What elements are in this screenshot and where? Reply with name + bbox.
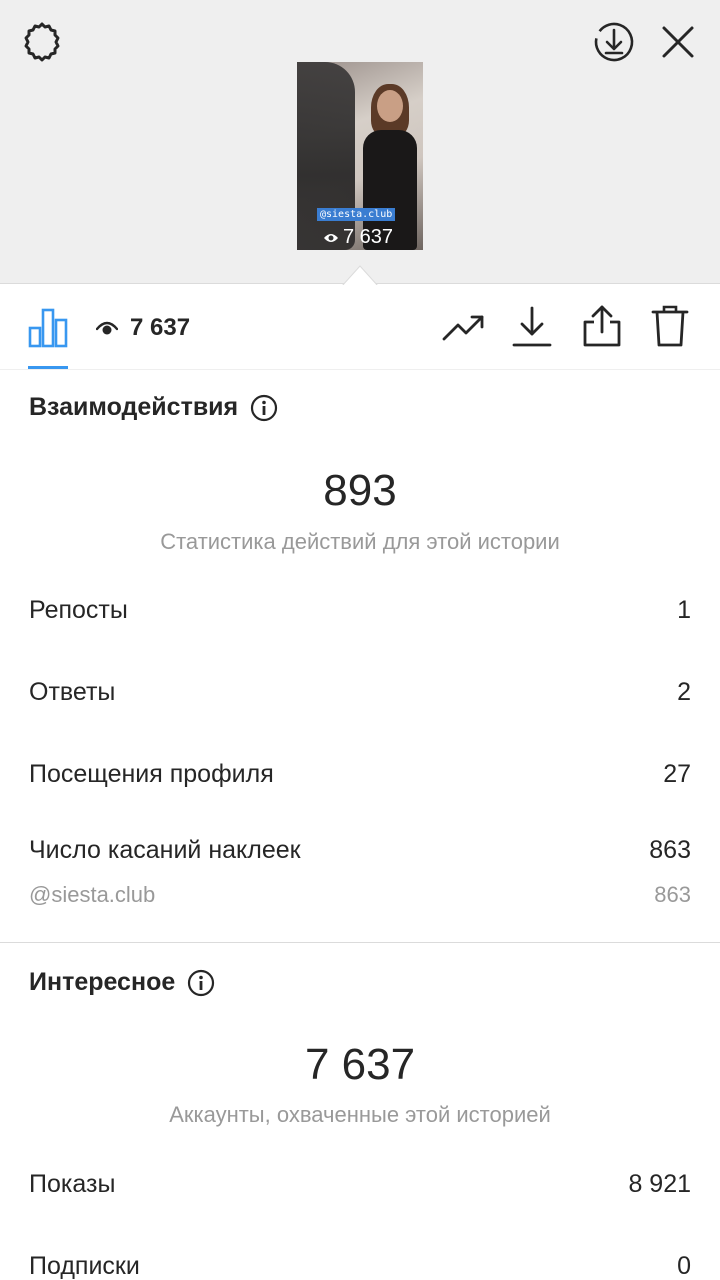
stat-label: Ответы <box>29 678 116 706</box>
stat-row: Ответы 2 <box>29 678 691 707</box>
stat-label: Репосты <box>29 596 128 624</box>
interactions-caption: Статистика действий для этой истории <box>160 529 560 554</box>
story-thumbnail[interactable]: @siesta.club 7 637 <box>297 62 423 250</box>
promote-button[interactable] <box>438 304 490 352</box>
stat-label: Подписки <box>29 1252 140 1280</box>
download-icon <box>512 306 552 347</box>
interactions-header: Взаимодействия <box>29 393 278 422</box>
trending-icon <box>442 315 484 341</box>
stat-label: Посещения профиля <box>29 760 274 788</box>
preview-pointer <box>342 265 378 286</box>
mention-sticker: @siesta.club <box>317 208 396 221</box>
story-preview-area: @siesta.club 7 637 <box>0 0 720 286</box>
delete-button[interactable] <box>644 300 696 352</box>
section-divider <box>0 942 720 943</box>
share-icon <box>583 305 621 347</box>
story-toolbar: 7 637 <box>0 284 720 370</box>
viewers-tab[interactable]: 7 637 <box>96 308 190 348</box>
story-person-figure <box>357 82 419 250</box>
stat-value: 2 <box>677 678 691 706</box>
section-title: Интересное <box>29 968 176 996</box>
reach-total: 7 637 <box>304 1040 416 1089</box>
viewers-count: 7 637 <box>130 314 191 341</box>
stat-value: 863 <box>649 836 691 864</box>
stat-row: Посещения профиля 27 <box>29 760 691 789</box>
stat-label: Число касаний наклеек <box>29 836 301 864</box>
stat-row: Подписки 0 <box>29 1252 691 1280</box>
settings-button[interactable] <box>18 18 66 66</box>
stat-label: Показы <box>29 1170 116 1198</box>
settings-icon <box>24 22 60 62</box>
reach-caption: Аккаунты, охваченные этой историей <box>169 1102 551 1127</box>
save-story-button[interactable] <box>590 18 638 66</box>
eye-icon <box>96 321 118 335</box>
close-icon <box>662 26 694 58</box>
eye-icon <box>324 233 338 242</box>
info-icon[interactable] <box>187 969 215 997</box>
sticker-sub-row: @siesta.club 863 <box>29 882 691 908</box>
save-story-icon <box>594 22 634 62</box>
stat-value: 0 <box>677 1252 691 1280</box>
share-button[interactable] <box>576 300 628 352</box>
insights-chart-icon <box>28 308 68 348</box>
stat-value: 1 <box>677 596 691 624</box>
close-button[interactable] <box>654 18 702 66</box>
interactions-total: 893 <box>323 466 397 515</box>
story-person-figure-blurred <box>297 62 355 250</box>
thumbnail-view-count: 7 637 <box>323 226 393 249</box>
sticker-label: @siesta.club <box>29 882 156 907</box>
trash-icon <box>651 305 689 347</box>
active-tab-indicator <box>28 366 68 369</box>
sticker-value: 863 <box>654 882 691 907</box>
stat-value: 8 921 <box>628 1170 691 1198</box>
stat-row: Репосты 1 <box>29 596 691 625</box>
stat-row: Число касаний наклеек 863 <box>29 836 691 865</box>
stat-row: Показы 8 921 <box>29 1170 691 1199</box>
info-icon[interactable] <box>250 394 278 422</box>
download-button[interactable] <box>506 302 558 352</box>
stat-value: 27 <box>663 760 691 788</box>
insights-tab[interactable] <box>22 302 74 352</box>
discovery-header: Интересное <box>29 968 215 997</box>
section-title: Взаимодействия <box>29 393 239 421</box>
